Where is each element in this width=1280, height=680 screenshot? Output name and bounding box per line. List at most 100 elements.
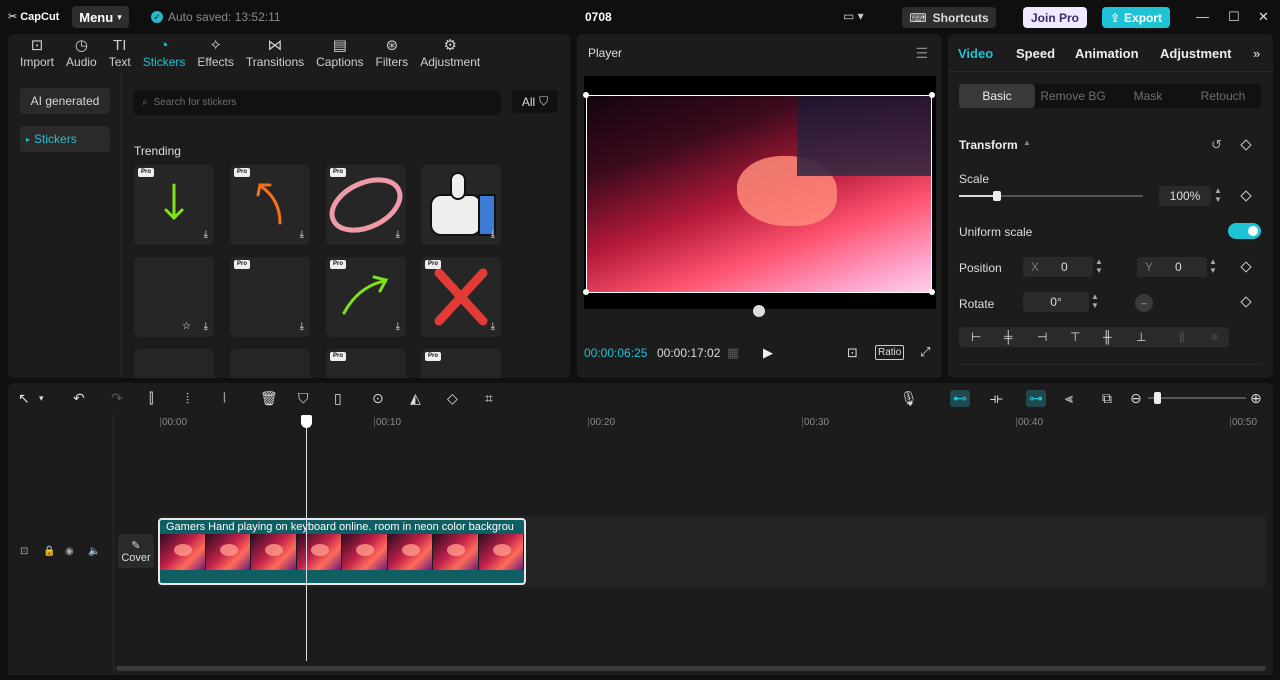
filter-dropdown[interactable]: All ⛉ — [512, 90, 558, 113]
sticker-tile[interactable]: Pro ⤓ — [326, 165, 406, 245]
align-top-icon[interactable]: ⊤ — [1070, 330, 1080, 344]
rotate-icon[interactable]: ◇ — [447, 390, 458, 407]
sticker-tile[interactable]: Pro — [421, 349, 501, 378]
zoom-slider[interactable] — [1148, 392, 1246, 404]
position-y-input[interactable]: Y0 — [1137, 257, 1207, 277]
volume-icon[interactable]: 🔈 — [88, 546, 100, 557]
rotate-dial-icon[interactable]: – — [1135, 294, 1153, 312]
tab-animation[interactable]: Animation — [1075, 46, 1139, 61]
playhead[interactable] — [301, 415, 312, 661]
marker-icon[interactable]: ⛉ — [298, 390, 309, 407]
position-x-input[interactable]: X0 — [1023, 257, 1093, 277]
subtab-remove-bg[interactable]: Remove BG — [1035, 84, 1111, 108]
download-icon[interactable]: ⤓ — [300, 321, 304, 332]
horizontal-scrollbar[interactable] — [116, 666, 1266, 671]
hamburger-menu-icon[interactable]: ☰ — [915, 45, 928, 62]
align-left-icon[interactable]: ⊢ — [971, 330, 981, 344]
link-icon[interactable]: ⊶ — [1026, 390, 1046, 407]
subtab-basic[interactable]: Basic — [959, 84, 1035, 108]
shortcuts-button[interactable]: ⌨ Shortcuts — [902, 7, 996, 28]
slider-handle[interactable] — [1154, 392, 1161, 404]
tab-import[interactable]: ⊡ Import — [14, 34, 60, 72]
download-icon[interactable]: ⤓ — [204, 321, 208, 332]
playhead-handle[interactable] — [301, 415, 312, 428]
stepper-icon[interactable]: ▲ ▼ — [1091, 292, 1099, 310]
distribute-vertical-icon[interactable]: ≡ — [1211, 330, 1218, 344]
sticker-tile[interactable]: ☆ ⤓ — [134, 257, 214, 337]
export-button[interactable]: ⇪ Export — [1102, 7, 1170, 28]
ratio-button[interactable]: Ratio — [875, 345, 905, 360]
keyframe-icon[interactable] — [1240, 190, 1252, 202]
subtab-retouch[interactable]: Retouch — [1185, 84, 1261, 108]
rotate-handle-icon[interactable] — [753, 305, 765, 317]
redo-icon[interactable]: ↷ — [111, 390, 123, 407]
tab-captions[interactable]: ▤ Captions — [310, 34, 369, 72]
menu-button[interactable]: Menu ▾ — [72, 6, 129, 28]
tab-filters[interactable]: ⊛ Filters — [370, 34, 415, 72]
split-view-icon[interactable]: ⫷ — [1065, 390, 1073, 407]
sticker-tile[interactable]: Pro ⤓ — [230, 257, 310, 337]
microphone-icon[interactable]: 🎙 — [900, 390, 918, 407]
play-icon[interactable]: ▶ — [763, 345, 773, 361]
uniform-scale-toggle[interactable] — [1228, 223, 1261, 239]
split-left-icon[interactable]: ⦙ — [186, 390, 189, 407]
chevron-up-icon[interactable]: ▲ — [1023, 138, 1031, 147]
search-input[interactable]: ⌕ Search for stickers — [133, 90, 501, 115]
grid-icon[interactable]: ▦ — [727, 345, 739, 361]
zoom-out-icon[interactable]: ⊖ — [1130, 390, 1142, 407]
stepper-icon[interactable]: ▲ ▼ — [1214, 186, 1222, 204]
star-icon[interactable]: ☆ — [182, 321, 191, 332]
keyframe-icon[interactable] — [1240, 139, 1252, 151]
split-icon[interactable]: ⫿ — [149, 390, 153, 407]
download-icon[interactable]: ⤓ — [491, 321, 495, 332]
join-pro-button[interactable]: Join Pro — [1023, 7, 1087, 28]
download-icon[interactable]: ⤓ — [204, 229, 208, 240]
download-icon[interactable]: ⤓ — [396, 321, 400, 332]
mirror-icon[interactable]: ◭ — [410, 390, 421, 407]
scale-slider[interactable] — [959, 191, 1143, 201]
chevron-right-icon[interactable]: » — [1253, 46, 1260, 61]
tab-speed[interactable]: Speed — [1016, 46, 1055, 61]
lock-icon[interactable]: 🔒 — [43, 546, 55, 557]
main-track-magnet-icon[interactable]: ⊷ — [950, 390, 970, 407]
resize-handle[interactable] — [929, 289, 935, 295]
reset-icon[interactable]: ↺ — [1211, 137, 1222, 153]
freeze-icon[interactable]: ▯ — [334, 390, 342, 407]
sidebar-item-stickers[interactable]: ▸ Stickers — [20, 126, 110, 152]
reverse-icon[interactable]: ⊙ — [372, 390, 384, 407]
resize-handle[interactable] — [929, 92, 935, 98]
tab-stickers[interactable]: ◔ Stickers — [137, 34, 192, 72]
stepper-icon[interactable]: ▲ ▼ — [1209, 257, 1217, 275]
tab-text[interactable]: TI Text — [103, 34, 137, 72]
sticker-tile[interactable]: Pro ⤓ — [421, 257, 501, 337]
sticker-tile[interactable]: Pro ⤓ — [134, 165, 214, 245]
sticker-tile[interactable] — [230, 349, 310, 378]
keyframe-icon[interactable] — [1240, 261, 1252, 273]
align-right-icon[interactable]: ⊣ — [1037, 330, 1047, 344]
close-icon[interactable]: ✕ — [1258, 9, 1269, 25]
sticker-tile[interactable]: Pro — [326, 349, 406, 378]
align-middle-icon[interactable]: ╫ — [1103, 330, 1112, 344]
chevron-down-icon[interactable]: ▾ — [39, 393, 44, 404]
fullscreen-icon[interactable]: ⤢ — [920, 344, 930, 360]
download-icon[interactable]: ⤓ — [300, 229, 304, 240]
preview-axis-icon[interactable]: ⧉ — [1102, 390, 1112, 407]
layout-icon[interactable]: ▭ ▾ — [843, 9, 864, 23]
sticker-tile[interactable]: Pro ⤓ — [326, 257, 406, 337]
tab-adjustment[interactable]: Adjustment — [1160, 46, 1232, 61]
slider-handle[interactable] — [993, 191, 1001, 201]
track-toggle-icon[interactable]: ⊡ — [20, 546, 28, 557]
stepper-icon[interactable]: ▲ ▼ — [1095, 257, 1103, 275]
maximize-icon[interactable]: ☐ — [1228, 9, 1240, 25]
crop-icon[interactable]: ⌗ — [485, 390, 493, 407]
tab-audio[interactable]: ◷ Audio — [60, 34, 103, 72]
split-right-icon[interactable]: ⦚ — [223, 390, 226, 407]
select-cursor-icon[interactable]: ↖ — [18, 390, 30, 407]
eye-icon[interactable]: ◉ — [65, 546, 74, 557]
tab-transitions[interactable]: ⋈ Transitions — [240, 34, 310, 72]
align-center-icon[interactable]: ╪ — [1004, 330, 1013, 344]
sticker-tile[interactable]: Pro ⤓ — [230, 165, 310, 245]
sidebar-item-ai-generated[interactable]: AI generated — [20, 88, 110, 114]
align-bottom-icon[interactable]: ⊥ — [1136, 330, 1146, 344]
resize-handle[interactable] — [583, 289, 589, 295]
